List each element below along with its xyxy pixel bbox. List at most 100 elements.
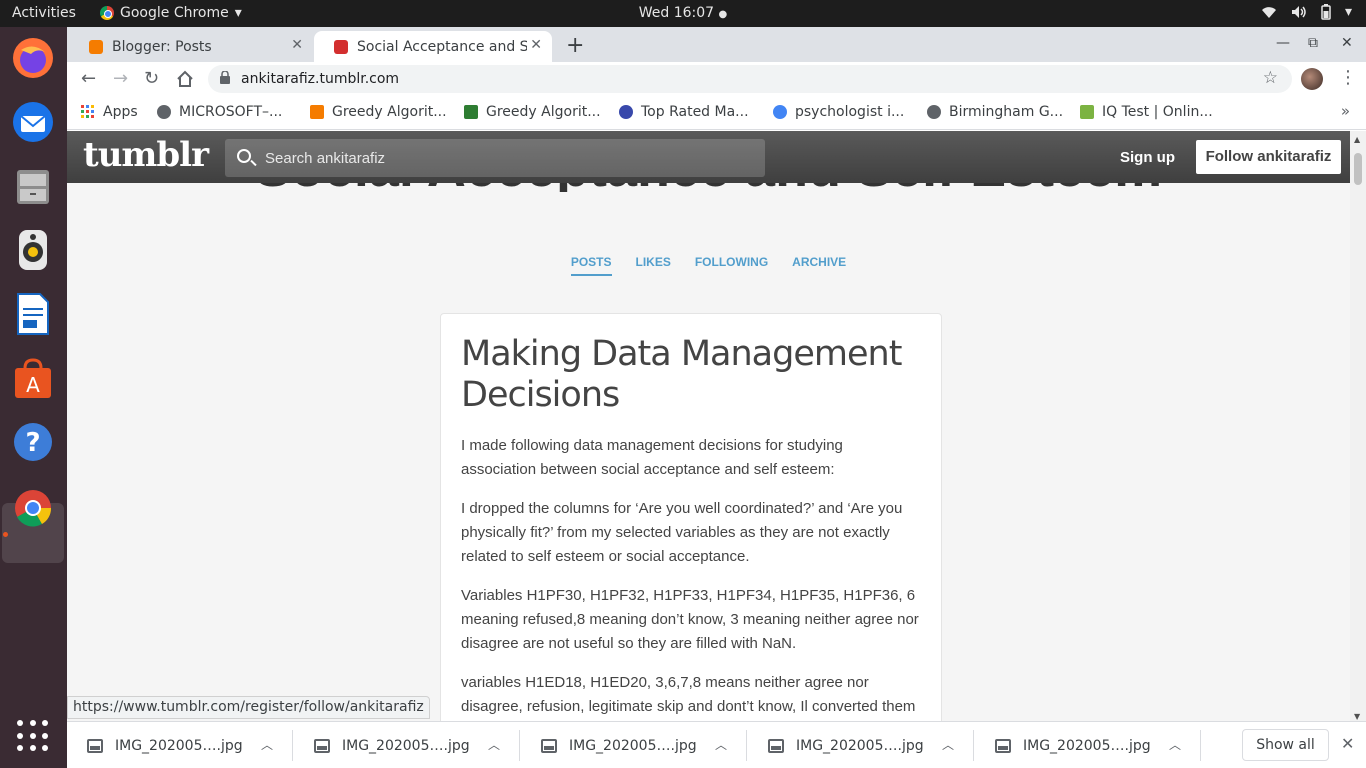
- divider: [746, 730, 747, 761]
- tumblr-header: tumblr Search ankitarafiz Sign up Follow…: [67, 131, 1350, 183]
- bookmark-label: psychologist i...: [795, 104, 905, 120]
- minimize-icon[interactable]: —: [1276, 35, 1290, 51]
- show-all-downloads-button[interactable]: Show all: [1242, 729, 1329, 761]
- thunderbird-launcher[interactable]: [10, 99, 56, 145]
- download-item[interactable]: IMG_202005….jpg ︿: [294, 722, 520, 768]
- forward-button[interactable]: →: [113, 68, 128, 89]
- download-filename: IMG_202005….jpg: [1023, 737, 1151, 754]
- page-scrollbar[interactable]: ▲ ▼: [1350, 131, 1366, 721]
- site-icon: [619, 105, 633, 119]
- nav-following[interactable]: FOLLOWING: [695, 255, 768, 276]
- search-icon: [237, 149, 251, 163]
- firefox-icon: [13, 38, 53, 78]
- restore-icon[interactable]: ⧉: [1308, 35, 1318, 51]
- nav-posts[interactable]: POSTS: [570, 255, 612, 276]
- chrome-launcher[interactable]: [10, 485, 56, 531]
- back-button[interactable]: ←: [81, 68, 96, 89]
- bookmark-birmingham[interactable]: Birmingham G...: [927, 104, 1063, 120]
- follow-button[interactable]: Follow ankitarafiz: [1196, 140, 1341, 174]
- post-paragraph: I dropped the columns for ‘Are you well …: [461, 500, 903, 565]
- bookmark-label: IQ Test | Onlin...: [1102, 104, 1213, 120]
- nav-likes[interactable]: LIKES: [636, 255, 671, 276]
- download-item[interactable]: IMG_202005….jpg ︿: [748, 722, 974, 768]
- activities-button[interactable]: Activities: [12, 5, 76, 21]
- tumblr-search-input[interactable]: Search ankitarafiz: [225, 139, 765, 177]
- more-bookmarks-icon[interactable]: »: [1341, 102, 1350, 120]
- download-filename: IMG_202005….jpg: [342, 737, 470, 754]
- bookmark-microsoft[interactable]: MICROSOFT–...: [157, 104, 282, 120]
- post-paragraph: I made following data management decisio…: [461, 437, 843, 478]
- close-tab-icon[interactable]: ✕: [291, 37, 303, 53]
- download-item[interactable]: IMG_202005….jpg ︿: [67, 722, 293, 768]
- clock[interactable]: Wed 16:07: [639, 5, 714, 21]
- blog-post: Making Data Management Decisions I made …: [440, 313, 942, 721]
- chevron-up-icon[interactable]: ︿: [942, 736, 954, 753]
- files-launcher[interactable]: [10, 163, 56, 209]
- tab-blogger-posts[interactable]: Blogger: Posts ✕: [69, 31, 313, 62]
- download-item[interactable]: IMG_202005….jpg ︿: [975, 722, 1201, 768]
- close-tab-icon[interactable]: ✕: [530, 37, 542, 53]
- svg-text:A: A: [26, 373, 40, 397]
- reload-button[interactable]: ↻: [144, 68, 159, 89]
- bookmark-label: Top Rated Ma...: [641, 104, 749, 120]
- system-tray[interactable]: ▾: [1261, 4, 1352, 20]
- download-shelf: IMG_202005….jpg ︿ IMG_202005….jpg ︿ IMG_…: [67, 721, 1366, 768]
- battery-icon: [1321, 4, 1331, 20]
- image-file-icon: [314, 738, 330, 753]
- scroll-down-icon[interactable]: ▼: [1354, 712, 1360, 721]
- download-filename: IMG_202005….jpg: [115, 737, 243, 754]
- profile-avatar[interactable]: [1301, 68, 1323, 90]
- nav-archive[interactable]: ARCHIVE: [792, 255, 846, 276]
- help-launcher[interactable]: ?: [10, 419, 56, 465]
- download-item[interactable]: IMG_202005….jpg ︿: [521, 722, 747, 768]
- bookmark-label: MICROSOFT–...: [179, 104, 283, 120]
- lock-icon: [220, 71, 230, 84]
- volume-icon: [1291, 6, 1306, 18]
- bookmark-top-rated[interactable]: Top Rated Ma...: [619, 104, 749, 120]
- scroll-up-icon[interactable]: ▲: [1354, 135, 1360, 144]
- browser-toolbar: ← → ↻ ankitarafiz.tumblr.com ☆ ⋮: [67, 62, 1366, 96]
- chrome-menu-icon[interactable]: ⋮: [1339, 67, 1357, 88]
- chrome-icon: [15, 490, 52, 527]
- close-window-icon[interactable]: ✕: [1341, 35, 1353, 51]
- home-icon[interactable]: [176, 70, 194, 88]
- bookmark-star-icon[interactable]: ☆: [1263, 68, 1278, 88]
- site-icon: [310, 105, 324, 119]
- bookmark-psychologist[interactable]: psychologist i...: [773, 104, 904, 120]
- tab-strip: Blogger: Posts ✕ Social Acceptance and S…: [67, 27, 1366, 62]
- new-tab-button[interactable]: +: [566, 33, 584, 58]
- bookmark-greedy-1[interactable]: Greedy Algorit...: [310, 104, 447, 120]
- post-title: Making Data Management Decisions: [461, 334, 902, 415]
- app-menu-label: Google Chrome: [120, 5, 229, 21]
- scrollbar-thumb[interactable]: [1354, 153, 1362, 185]
- address-bar[interactable]: ankitarafiz.tumblr.com ☆: [208, 65, 1292, 93]
- show-applications-icon[interactable]: [17, 720, 49, 752]
- chevron-up-icon[interactable]: ︿: [1169, 736, 1181, 753]
- bookmark-apps[interactable]: Apps: [81, 104, 138, 120]
- file-cabinet-icon: [17, 170, 49, 204]
- software-launcher[interactable]: A: [10, 355, 56, 401]
- url-text[interactable]: ankitarafiz.tumblr.com: [241, 71, 399, 87]
- divider: [292, 730, 293, 761]
- image-file-icon: [995, 738, 1011, 753]
- bookmark-label: Greedy Algorit...: [486, 104, 601, 120]
- tab-title: Social Acceptance and Self Esteem: [357, 38, 527, 55]
- google-icon: [773, 105, 787, 119]
- chevron-up-icon[interactable]: ︿: [488, 736, 500, 753]
- tumblr-logo[interactable]: tumblr: [83, 135, 209, 175]
- close-shelf-icon[interactable]: ✕: [1341, 734, 1354, 753]
- bookmark-iq-test[interactable]: IQ Test | Onlin...: [1080, 104, 1213, 120]
- sign-up-link[interactable]: Sign up: [1120, 149, 1175, 166]
- firefox-launcher[interactable]: [10, 35, 56, 81]
- bookmark-greedy-2[interactable]: Greedy Algorit...: [464, 104, 601, 120]
- tab-social-acceptance[interactable]: Social Acceptance and Self Esteem ✕: [314, 31, 552, 62]
- chrome-window: Blogger: Posts ✕ Social Acceptance and S…: [67, 27, 1366, 768]
- rhythmbox-launcher[interactable]: [10, 227, 56, 273]
- chevron-up-icon[interactable]: ︿: [715, 736, 727, 753]
- help-icon: ?: [14, 423, 52, 461]
- chevron-up-icon[interactable]: ︿: [261, 736, 273, 753]
- writer-launcher[interactable]: [10, 291, 56, 337]
- app-menu[interactable]: Google Chrome ▾: [100, 5, 242, 21]
- geeksforgeeks-icon: [464, 105, 478, 119]
- apps-grid-icon: [81, 105, 94, 118]
